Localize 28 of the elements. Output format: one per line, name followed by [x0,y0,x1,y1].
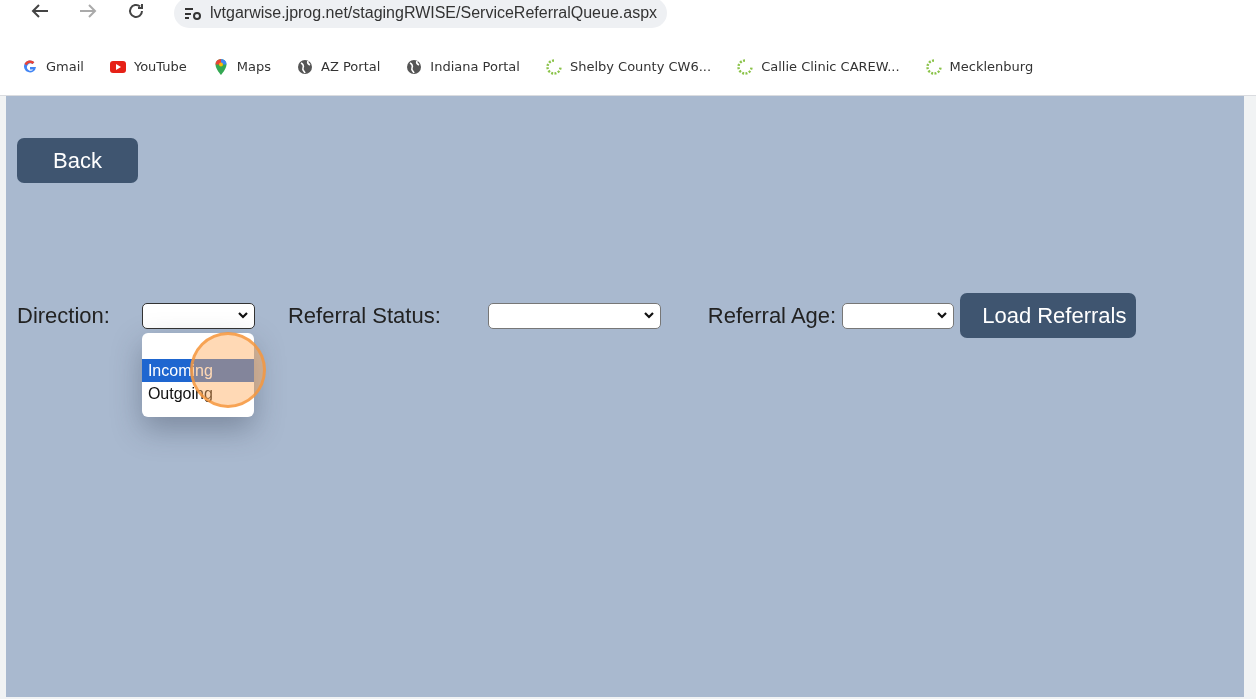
field-label: Direction: [17,302,110,330]
bookmark-link[interactable]: YouTube [109,56,187,77]
bookmark-link[interactable]: Gmail [22,56,84,77]
back-arrow-icon[interactable] [30,2,50,20]
chevron-down-icon [937,312,948,319]
chevron-down-icon [237,312,248,319]
bookmark-link[interactable]: Shelby County CW6... [545,56,712,77]
bookmark-link[interactable]: Indiana Portal [406,56,520,77]
field-label: Referral Status: [287,302,441,330]
reload-icon[interactable] [126,2,146,20]
globe-icon [297,58,314,75]
load-referrals-button[interactable]: Load Referrals [960,293,1137,338]
bookmark-link[interactable]: Callie Clinic CAREW... [737,56,900,77]
spinner-icon [737,58,754,75]
video-play-icon [109,58,126,75]
back-button[interactable]: Back [17,138,138,183]
bookmark-link[interactable]: Mecklenburg [925,56,1034,77]
globe-icon [406,58,423,75]
bookmark-link[interactable]: AZ Portal [297,56,381,77]
site-info-icon[interactable] [184,6,202,20]
map-pin-icon [212,58,229,75]
spinner-icon [925,58,942,75]
spinner-icon [545,58,562,75]
chevron-down-icon [643,312,654,319]
dropdown-select[interactable] [141,302,255,329]
google-icon [22,58,38,75]
bookmark-link[interactable]: Maps [212,56,272,77]
field-label: Referral Age: [707,302,837,330]
